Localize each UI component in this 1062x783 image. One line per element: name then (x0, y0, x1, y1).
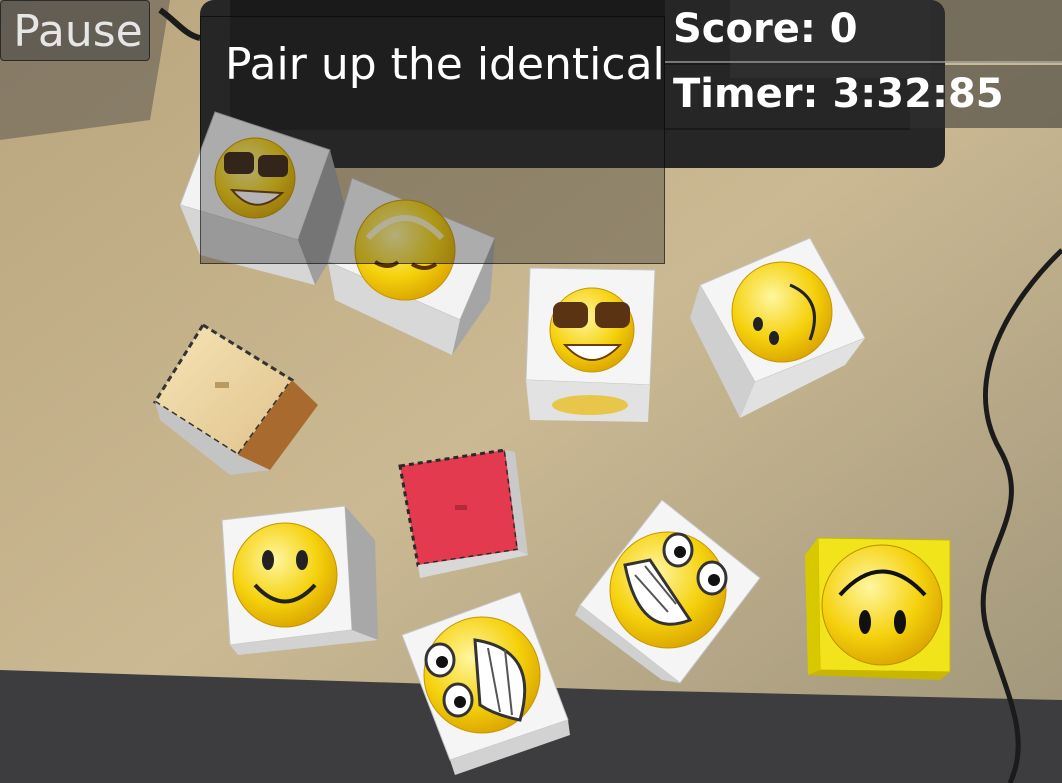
pause-button[interactable]: Pause (0, 0, 150, 61)
smile-emoji-icon (731, 261, 833, 363)
plain-tan-marker-icon (215, 382, 229, 388)
instruction-panel: Pair up the identical (200, 16, 665, 264)
timer-readout: Timer: 3:32:85 (673, 71, 1004, 117)
score-panel: Score: 0 (665, 0, 1062, 63)
cube-plain-red-6[interactable] (398, 448, 528, 578)
smile-emoji-icon (232, 522, 338, 628)
cube-smile-10[interactable] (805, 537, 951, 680)
instruction-text: Pair up the identical (225, 39, 665, 90)
score-readout: Score: 0 (673, 6, 858, 52)
cube-sunglasses-3[interactable] (525, 267, 656, 422)
timer-panel: Timer: 3:32:85 (665, 65, 1062, 128)
smile-emoji-icon (821, 544, 943, 666)
cube-smile-7[interactable] (221, 505, 378, 655)
plain-red-marker-icon (455, 505, 467, 510)
